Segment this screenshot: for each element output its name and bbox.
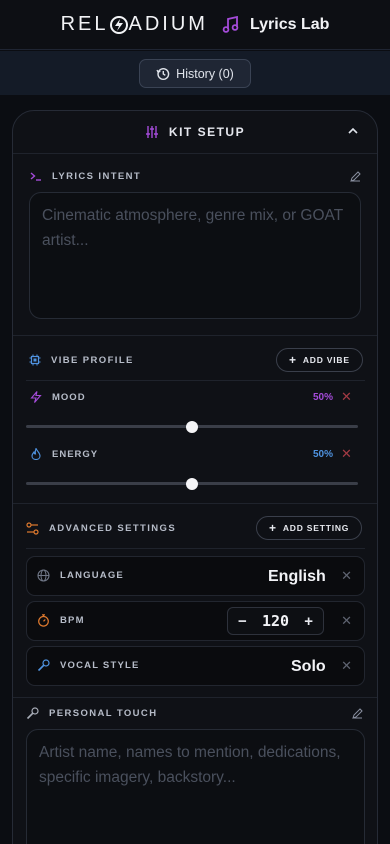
remove-vocal-style-icon[interactable]: ✕ xyxy=(341,658,352,674)
remove-mood-icon[interactable]: ✕ xyxy=(341,389,352,405)
brand-logo: REL ADIUM xyxy=(60,13,208,35)
remove-energy-icon[interactable]: ✕ xyxy=(341,446,352,462)
flame-icon xyxy=(31,448,41,460)
mood-label: MOOD xyxy=(30,391,86,403)
wand-icon xyxy=(26,707,39,720)
divider xyxy=(26,380,365,381)
vocal-style-label: VOCAL STYLE xyxy=(37,659,140,672)
plus-icon: + xyxy=(269,521,277,535)
music-note-icon xyxy=(222,15,240,34)
remove-bpm-icon[interactable]: ✕ xyxy=(341,613,352,629)
add-setting-button[interactable]: + ADD SETTING xyxy=(256,516,363,540)
history-label: History (0) xyxy=(176,66,234,81)
energy-label: ENERGY xyxy=(30,448,98,460)
mood-slider-thumb[interactable] xyxy=(186,421,198,433)
kit-setup-header[interactable]: KIT SETUP xyxy=(13,111,377,154)
bpm-increment-button[interactable]: + xyxy=(304,613,313,630)
vocal-style-row: VOCAL STYLE Solo ✕ xyxy=(26,646,365,686)
divider xyxy=(13,503,377,504)
divider xyxy=(13,697,377,698)
energy-value: 50% xyxy=(313,449,334,460)
remove-language-icon[interactable]: ✕ xyxy=(341,568,352,584)
kit-setup-panel: KIT SETUP LYRICS INTENT Cinematic atmosp… xyxy=(12,110,378,844)
edit-icon[interactable] xyxy=(352,708,363,719)
history-icon xyxy=(156,67,170,80)
bpm-decrement-button[interactable]: − xyxy=(238,613,247,630)
stopwatch-icon xyxy=(38,614,49,627)
lyrics-intent-label: LYRICS INTENT xyxy=(30,170,141,182)
language-select[interactable]: English xyxy=(268,568,326,586)
chevron-up-icon[interactable] xyxy=(347,125,359,137)
globe-icon xyxy=(37,569,50,582)
lightning-icon xyxy=(30,391,42,403)
add-vibe-button[interactable]: + ADD VIBE xyxy=(276,348,363,372)
app-header: REL ADIUM Lyrics Lab xyxy=(0,0,390,50)
language-row: LANGUAGE English ✕ xyxy=(26,556,365,596)
mood-value: 50% xyxy=(313,392,334,403)
microphone-icon xyxy=(37,659,50,672)
bolt-icon xyxy=(109,15,128,34)
history-button[interactable]: History (0) xyxy=(139,59,251,88)
language-label: LANGUAGE xyxy=(37,569,124,582)
divider xyxy=(26,548,365,549)
settings-icon xyxy=(26,522,39,535)
bpm-label: BPM xyxy=(37,614,85,627)
chip-icon xyxy=(29,354,41,366)
terminal-icon xyxy=(30,172,41,181)
bpm-row: BPM − 120 + ✕ xyxy=(26,601,365,641)
personal-touch-input[interactable]: Artist name, names to mention, dedicatio… xyxy=(26,729,365,844)
bpm-stepper: − 120 + xyxy=(227,607,324,635)
energy-slider-thumb[interactable] xyxy=(186,478,198,490)
plus-icon: + xyxy=(289,353,297,367)
personal-touch-label: PERSONAL TOUCH xyxy=(26,707,157,720)
app-title: Lyrics Lab xyxy=(249,15,330,33)
sliders-icon xyxy=(145,126,158,138)
kit-setup-title: KIT SETUP xyxy=(168,125,246,139)
bpm-value[interactable]: 120 xyxy=(262,612,289,630)
divider xyxy=(13,335,377,336)
edit-icon[interactable] xyxy=(350,171,361,182)
vocal-style-select[interactable]: Solo xyxy=(291,658,326,676)
vibe-profile-label: VIBE PROFILE xyxy=(29,354,134,366)
advanced-settings-label: ADVANCED SETTINGS xyxy=(26,522,176,535)
lyrics-intent-input[interactable]: Cinematic atmosphere, genre mix, or GOAT… xyxy=(29,192,361,319)
